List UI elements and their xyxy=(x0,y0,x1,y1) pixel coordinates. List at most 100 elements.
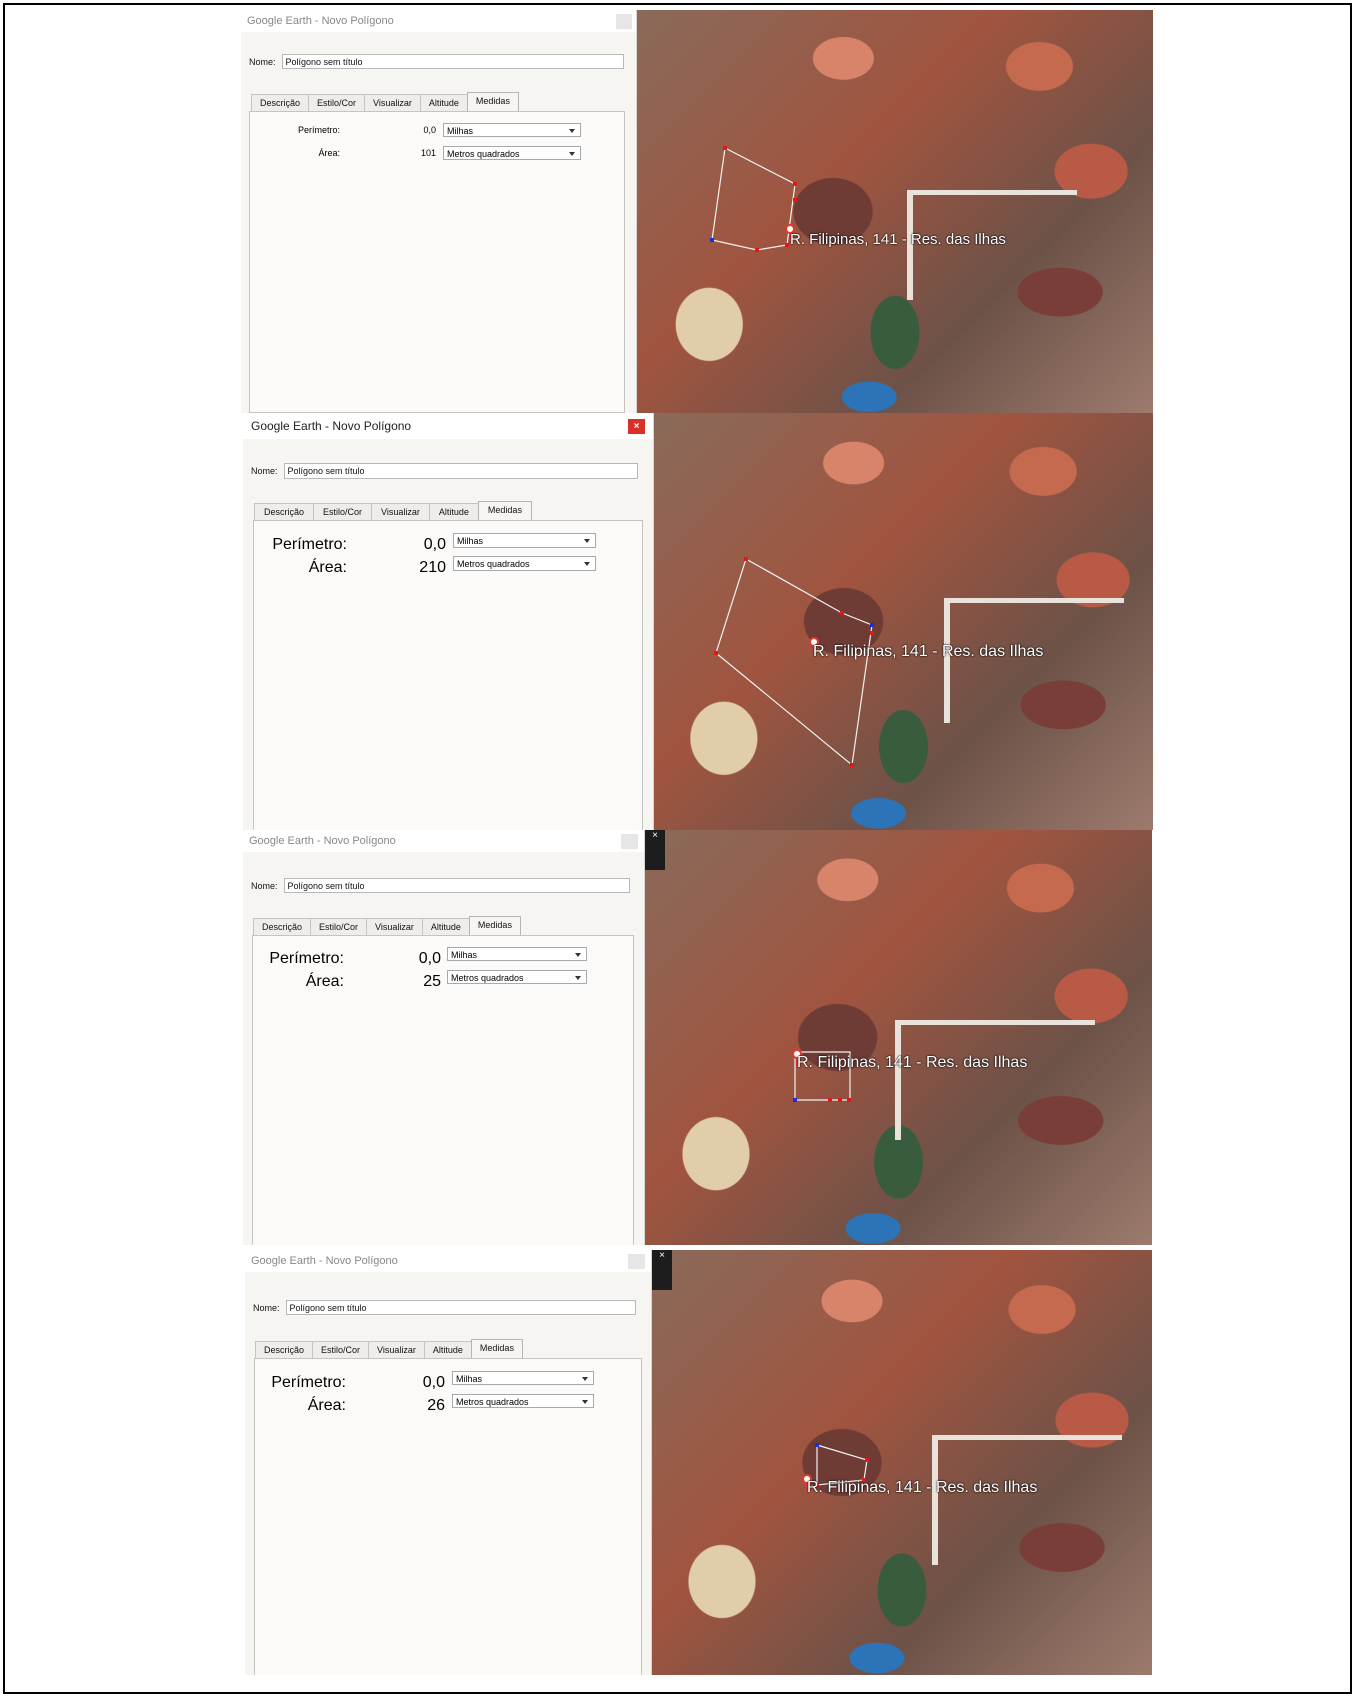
tab-bar: Descrição Estilo/Cor Visualizar Altitude… xyxy=(251,92,519,112)
measurements-panel: Perímetro: 0,0 Milhas Área: 25 Metros qu… xyxy=(252,935,634,1245)
perimeter-unit-value: Milhas xyxy=(456,1374,483,1384)
tab-descricao[interactable]: Descrição xyxy=(251,94,310,112)
screenshot-panel-4: Google Earth - Novo Polígono Nome: Políg… xyxy=(0,1250,1358,1675)
area-unit-value: Metros quadrados xyxy=(456,1397,529,1407)
perimeter-unit-select[interactable]: Milhas xyxy=(453,533,596,548)
area-value: 101 xyxy=(420,148,436,158)
chevron-down-icon xyxy=(582,1377,588,1381)
polygon-dialog: Google Earth - Novo Polígono Nome: Políg… xyxy=(241,10,637,413)
perimeter-value: 0,0 xyxy=(423,536,446,553)
tab-visualizar[interactable]: Visualizar xyxy=(371,503,430,521)
area-value: 210 xyxy=(419,559,446,576)
tab-visualizar[interactable]: Visualizar xyxy=(364,94,421,112)
close-button[interactable]: × xyxy=(628,419,645,434)
close-button[interactable] xyxy=(628,1254,645,1269)
name-row: Nome: Polígono sem título xyxy=(251,878,630,893)
tab-estilo-cor[interactable]: Estilo/Cor xyxy=(313,503,373,521)
tab-estilo-cor[interactable]: Estilo/Cor xyxy=(310,918,368,936)
polygon-dialog: Google Earth - Novo Polígono Nome: Políg… xyxy=(243,830,645,1245)
perimeter-label: Perímetro: xyxy=(271,1374,346,1391)
name-input[interactable]: Polígono sem título xyxy=(283,878,630,893)
address-label: R. Filipinas, 141 - Res. das Ilhas xyxy=(797,1054,1028,1071)
perimeter-value: 0,0 xyxy=(423,125,436,135)
tab-medidas[interactable]: Medidas xyxy=(468,916,521,936)
polygon-overlay[interactable] xyxy=(645,830,1152,1245)
chevron-down-icon xyxy=(584,562,590,566)
close-button[interactable] xyxy=(616,14,632,29)
perimeter-unit-select[interactable]: Milhas xyxy=(447,947,587,961)
screenshot-panel-2: Google Earth - Novo Polígono × Nome: Pol… xyxy=(0,413,1358,830)
polygon-overlay[interactable] xyxy=(654,413,1153,830)
tab-altitude[interactable]: Altitude xyxy=(428,503,479,521)
area-unit-value: Metros quadrados xyxy=(447,149,520,159)
close-icon[interactable]: × xyxy=(645,830,665,870)
perimeter-unit-select[interactable]: Milhas xyxy=(452,1371,594,1385)
satellite-map[interactable]: R. Filipinas, 141 - Res. das Ilhas xyxy=(652,1250,1152,1675)
polygon-dialog: Google Earth - Novo Polígono Nome: Políg… xyxy=(245,1250,652,1675)
name-row: Nome: Polígono sem título xyxy=(253,1300,636,1315)
tab-medidas[interactable]: Medidas xyxy=(477,501,532,521)
tab-altitude[interactable]: Altitude xyxy=(423,1341,472,1359)
area-unit-select[interactable]: Metros quadrados xyxy=(452,1394,594,1408)
tab-estilo-cor[interactable]: Estilo/Cor xyxy=(308,94,366,112)
name-label: Nome: xyxy=(253,1302,280,1313)
tab-medidas[interactable]: Medidas xyxy=(466,92,519,112)
tab-bar: Descrição Estilo/Cor Visualizar Altitude… xyxy=(255,1339,523,1359)
chevron-down-icon xyxy=(582,1400,588,1404)
dialog-title: Google Earth - Novo Polígono xyxy=(241,10,636,32)
name-input[interactable]: Polígono sem título xyxy=(281,54,624,69)
perimeter-label: Perímetro: xyxy=(272,536,347,553)
polygon-dialog: Google Earth - Novo Polígono × Nome: Pol… xyxy=(243,413,654,830)
chevron-down-icon xyxy=(569,129,575,133)
polygon-overlay[interactable] xyxy=(652,1250,1152,1675)
tab-descricao[interactable]: Descrição xyxy=(254,503,315,521)
name-row: Nome: Polígono sem título xyxy=(251,463,638,479)
tab-visualizar[interactable]: Visualizar xyxy=(366,918,423,936)
tab-bar: Descrição Estilo/Cor Visualizar Altitude… xyxy=(253,916,521,936)
close-button[interactable] xyxy=(621,834,638,849)
address-label: R. Filipinas, 141 - Res. das Ilhas xyxy=(807,1479,1038,1496)
polygon-overlay[interactable] xyxy=(637,10,1153,413)
area-label: Área: xyxy=(307,1397,346,1414)
area-value: 26 xyxy=(427,1397,445,1414)
tab-medidas[interactable]: Medidas xyxy=(470,1339,523,1359)
chevron-down-icon xyxy=(575,976,581,980)
dialog-title: Google Earth - Novo Polígono xyxy=(243,413,653,439)
area-unit-select[interactable]: Metros quadrados xyxy=(447,970,587,984)
tab-altitude[interactable]: Altitude xyxy=(419,94,468,112)
tab-altitude[interactable]: Altitude xyxy=(421,918,470,936)
satellite-map[interactable]: R. Filipinas, 141 - Res. das Ilhas xyxy=(654,413,1153,830)
name-label: Nome: xyxy=(249,56,276,67)
screenshot-panel-3: Google Earth - Novo Polígono Nome: Políg… xyxy=(0,830,1358,1245)
tab-visualizar[interactable]: Visualizar xyxy=(368,1341,425,1359)
area-unit-select[interactable]: Metros quadrados xyxy=(453,556,596,571)
name-input[interactable]: Polígono sem título xyxy=(285,1300,636,1315)
screenshot-panel-1: Google Earth - Novo Polígono Nome: Políg… xyxy=(0,10,1358,413)
perimeter-unit-select[interactable]: Milhas xyxy=(443,123,581,137)
name-row: Nome: Polígono sem título xyxy=(249,54,624,69)
area-unit-select[interactable]: Metros quadrados xyxy=(443,146,581,160)
dialog-title: Google Earth - Novo Polígono xyxy=(245,1250,651,1272)
perimeter-unit-value: Milhas xyxy=(451,950,478,960)
satellite-map[interactable]: R. Filipinas, 141 - Res. das Ilhas xyxy=(645,830,1152,1245)
area-label: Área: xyxy=(305,973,344,990)
area-label: Área: xyxy=(318,148,340,158)
perimeter-value: 0,0 xyxy=(422,1374,445,1391)
close-icon[interactable]: × xyxy=(652,1250,672,1290)
tab-estilo-cor[interactable]: Estilo/Cor xyxy=(312,1341,370,1359)
perimeter-label: Perímetro: xyxy=(297,125,340,135)
satellite-map[interactable]: R. Filipinas, 141 - Res. das Ilhas xyxy=(637,10,1153,413)
chevron-down-icon xyxy=(569,152,575,156)
area-unit-value: Metros quadrados xyxy=(457,559,530,569)
chevron-down-icon xyxy=(584,539,590,543)
tab-bar: Descrição Estilo/Cor Visualizar Altitude… xyxy=(254,501,532,521)
area-unit-value: Metros quadrados xyxy=(451,973,524,983)
address-label: R. Filipinas, 141 - Res. das Ilhas xyxy=(790,231,1006,248)
name-input[interactable]: Polígono sem título xyxy=(283,463,638,479)
tab-descricao[interactable]: Descrição xyxy=(255,1341,314,1359)
measurements-panel: Perímetro: 0,0 Milhas Área: 101 Metros q… xyxy=(249,111,625,413)
perimeter-label: Perímetro: xyxy=(269,950,344,967)
tab-descricao[interactable]: Descrição xyxy=(253,918,312,936)
perimeter-value: 0,0 xyxy=(418,950,441,967)
measurements-panel: Perímetro: 0,0 Milhas Área: 210 Metros q… xyxy=(253,520,643,830)
